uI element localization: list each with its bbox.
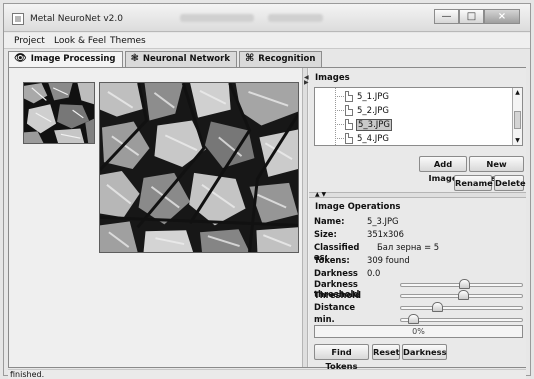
tab-label: Image Processing (30, 54, 116, 64)
menu-bar: Project Look & Feel Themes (4, 33, 530, 49)
image-operations-title: Image Operations (315, 202, 401, 212)
tree-connector (335, 124, 344, 125)
window-title: Metal NeuroNet v2.0 (30, 14, 123, 24)
tree-connector (335, 138, 344, 139)
menu-themes[interactable]: Themes (110, 36, 146, 46)
image-list-label: 5_3.JPG (356, 118, 392, 131)
image-list-label: 5_1.JPG (357, 91, 389, 102)
scroll-thumb[interactable] (514, 111, 521, 129)
tab-image-processing[interactable]: 👁 Image Processing (8, 51, 123, 68)
darkness-value: 0.0 (367, 268, 381, 278)
split-grip-icon: ◀ ▶ (304, 74, 309, 86)
threshold-label: Threshold (314, 290, 362, 300)
name-label: Name: (314, 216, 345, 226)
window-controls: — □ × (434, 9, 520, 24)
classified-value: Бал зерна = 5 (377, 242, 440, 252)
image-list-label: 5_2.JPG (357, 105, 389, 116)
menu-project[interactable]: Project (14, 36, 45, 46)
micrograph-texture (100, 83, 298, 252)
slider-thumb[interactable] (432, 302, 444, 312)
main-tabs: 👁 Image Processing ❃ Neuronal Network ⌘ … (8, 51, 324, 68)
name-value: 5_3.JPG (367, 216, 399, 226)
delete-button[interactable]: Delete (494, 175, 526, 191)
tree-connector (335, 96, 344, 97)
menu-look-and-feel[interactable]: Look & Feel (54, 36, 106, 46)
tokens-value: 309 found (367, 255, 410, 265)
progress-text: 0% (412, 327, 425, 336)
distance-label: Distance (314, 302, 356, 312)
image-thumbnail[interactable] (23, 82, 95, 144)
file-icon (345, 105, 353, 116)
minimize-button[interactable]: — (434, 9, 459, 24)
file-icon (345, 119, 353, 130)
add-image-button[interactable]: Add Image (419, 156, 467, 183)
tab-content: ◀ ▶ Images 5_1.JPG 5_2.JPG 5_3.JPG 5_4.J… (8, 67, 526, 371)
size-value: 351x306 (367, 229, 404, 239)
ear-icon: ❃ (130, 53, 139, 64)
image-view-pane (9, 68, 301, 367)
image-list-item-selected[interactable]: 5_3.JPG (345, 118, 392, 131)
scroll-down-icon[interactable]: ▼ (513, 136, 522, 145)
binocular-icon: ⌘ (245, 53, 255, 64)
threshold-slider[interactable] (400, 290, 523, 300)
maximize-button[interactable]: □ (459, 9, 484, 24)
reset-button[interactable]: Reset (372, 344, 400, 360)
new-species-button[interactable]: New Species (469, 156, 524, 183)
image-list-item[interactable]: 5_4.JPG (345, 132, 390, 145)
image-list-item[interactable]: 5_1.JPG (345, 90, 390, 103)
darkness-label: Darkness (314, 268, 358, 278)
blurred-title-fragment (180, 14, 254, 22)
image-list-label: 5_4.JPG (357, 133, 389, 144)
darkness-button[interactable]: Darkness (402, 344, 447, 360)
status-bar: finished. (8, 369, 526, 379)
file-icon (345, 91, 353, 102)
vertical-split-divider[interactable]: ◀ ▶ (302, 68, 309, 367)
tree-connector (335, 110, 344, 111)
menu-look-label: Look & Feel (54, 36, 107, 46)
close-button[interactable]: × (484, 9, 520, 24)
menu-project-label: Project (14, 36, 45, 46)
scroll-up-icon[interactable]: ▲ (513, 88, 522, 97)
images-section-title: Images (315, 73, 350, 83)
tokens-label: Tokens: (314, 255, 350, 265)
file-icon (345, 133, 353, 144)
tab-label: Recognition (258, 54, 316, 64)
progress-bar: 0% (314, 325, 523, 338)
slider-thumb[interactable] (458, 279, 470, 289)
right-side-pane: Images 5_1.JPG 5_2.JPG 5_3.JPG 5_4.JPG ▲… (309, 68, 526, 371)
rename-button[interactable]: Rename (454, 175, 493, 191)
eye-icon: 👁 (14, 53, 27, 64)
images-scrollbar[interactable]: ▲ ▼ (512, 88, 522, 145)
horizontal-split-divider[interactable]: ▲ ▼ (309, 191, 526, 198)
tab-neuronal-network[interactable]: ❃ Neuronal Network (124, 51, 237, 67)
menu-themes-label: Themes (110, 36, 146, 46)
thumbnail-micrograph (24, 83, 94, 143)
slider-thumb[interactable] (408, 314, 420, 324)
slider-thumb[interactable] (457, 290, 469, 300)
app-window: Metal NeuroNet v2.0 — □ × Project Look &… (3, 3, 531, 379)
size-label: Size: (314, 229, 337, 239)
title-bar[interactable]: Metal NeuroNet v2.0 — □ × (4, 4, 530, 32)
tab-label: Neuronal Network (142, 54, 230, 64)
image-list-item[interactable]: 5_2.JPG (345, 104, 390, 117)
distance-slider[interactable] (400, 302, 523, 312)
blurred-title-fragment (268, 14, 323, 22)
status-text: finished. (10, 370, 45, 379)
split-grip-icon: ▲ ▼ (315, 191, 327, 198)
darkness-threshold-slider[interactable] (400, 279, 523, 289)
images-tree[interactable]: 5_1.JPG 5_2.JPG 5_3.JPG 5_4.JPG ▲ ▼ (314, 87, 523, 146)
tab-recognition[interactable]: ⌘ Recognition (239, 51, 323, 67)
min-line-slider[interactable] (400, 314, 523, 324)
main-micrograph-image[interactable] (99, 82, 299, 253)
app-icon (12, 13, 24, 25)
find-tokens-button[interactable]: Find Tokens (314, 344, 369, 371)
